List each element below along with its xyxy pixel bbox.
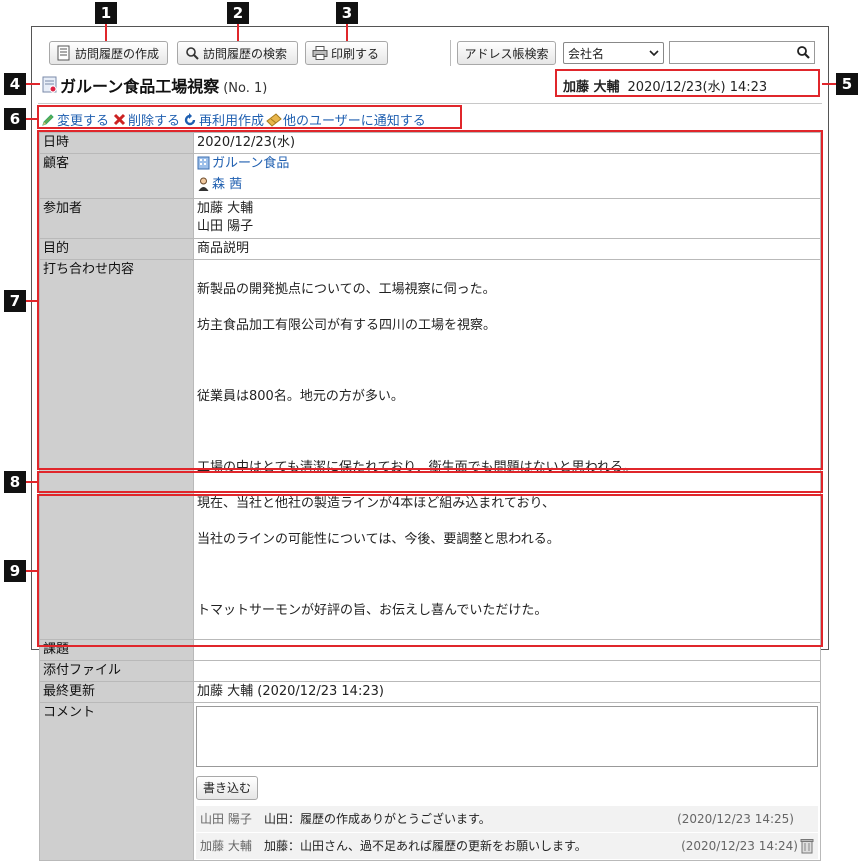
create-visit-history-button[interactable]: 訪問履歴の作成 — [49, 41, 168, 65]
callout-line — [105, 24, 107, 41]
company-select-value: 会社名 — [568, 46, 605, 61]
table-row: 最終更新 加藤 大輔 (2020/12/23 14:23) — [39, 681, 821, 703]
callout-badge: 5 — [836, 73, 858, 95]
toolbar-separator — [450, 40, 451, 66]
callout-badge: 1 — [95, 2, 117, 24]
address-search-input[interactable] — [669, 41, 815, 64]
create-document-icon — [56, 45, 72, 61]
search-visit-history-label: 訪問履歴の検索 — [203, 46, 288, 61]
write-comment-button[interactable]: 書き込む — [196, 776, 259, 800]
create-visit-history-label: 訪問履歴の作成 — [75, 46, 160, 61]
comment-label: コメント — [39, 702, 194, 861]
address-book-search-button[interactable]: アドレス帳検索 — [457, 41, 556, 65]
comment-user[interactable]: 山田 陽子 — [200, 810, 264, 828]
callout-box-author — [555, 69, 820, 97]
record-number: (No. 1) — [223, 81, 268, 96]
callout-line — [26, 570, 39, 572]
comment-item: 山田 陽子 山田：履歴の作成ありがとうございます。 (2020/12/23 14… — [196, 806, 818, 832]
comment-text: 加藤：山田さん、過不足あれば履歴の更新をお願いします。 — [264, 839, 587, 853]
search-icon[interactable] — [796, 45, 810, 63]
printer-icon — [312, 45, 328, 61]
callout-line — [26, 481, 39, 483]
comment-user[interactable]: 加藤 大輔 — [200, 837, 264, 855]
callout-line — [26, 300, 39, 302]
callout-line — [26, 118, 39, 120]
search-visit-history-button[interactable]: 訪問履歴の検索 — [177, 41, 298, 65]
table-row: 添付ファイル — [39, 660, 821, 682]
visit-history-icon — [42, 76, 58, 94]
callout-badge: 4 — [4, 73, 26, 95]
last-updated-label: 最終更新 — [39, 681, 194, 703]
comment-area: 書き込む 山田 陽子 山田：履歴の作成ありがとうございます。 (2020/12/… — [193, 702, 821, 861]
callout-badge: 8 — [4, 471, 26, 493]
callout-line — [346, 24, 348, 41]
callout-badge: 7 — [4, 290, 26, 312]
attachment-label: 添付ファイル — [39, 660, 194, 682]
comment-date: (2020/12/23 14:24) — [681, 839, 798, 853]
title-divider — [38, 103, 822, 104]
comment-date: (2020/12/23 14:25) — [677, 812, 794, 826]
company-select[interactable]: 会社名 — [563, 42, 664, 64]
address-book-search-label: アドレス帳検索 — [464, 46, 549, 61]
print-label: 印刷する — [331, 46, 380, 61]
callout-box-actions — [37, 105, 462, 129]
comment-text: 山田：履歴の作成ありがとうございます。 — [264, 812, 491, 826]
last-updated-value: 加藤 大輔 (2020/12/23 14:23) — [193, 681, 821, 703]
chevron-down-icon — [649, 46, 659, 60]
callout-badge: 3 — [336, 2, 358, 24]
attachment-value — [193, 660, 821, 682]
trash-icon[interactable] — [800, 838, 814, 854]
callout-badge: 9 — [4, 560, 26, 582]
page-title: ガルーン食品工場視察 (No. 1) — [60, 73, 267, 97]
magnifier-icon — [184, 45, 200, 61]
callout-badge: 6 — [4, 108, 26, 130]
comment-item: 加藤 大輔 加藤：山田さん、過不足あれば履歴の更新をお願いします。 (2020/… — [196, 833, 818, 859]
callout-line — [237, 24, 239, 41]
print-button[interactable]: 印刷する — [305, 41, 388, 65]
callout-box-updated — [37, 471, 823, 493]
callout-box-comments — [37, 494, 823, 647]
comment-textarea[interactable] — [196, 706, 818, 767]
callout-line — [26, 83, 40, 85]
table-row: コメント 書き込む 山田 陽子 山田：履歴の作成ありがとうございます。 (202… — [39, 702, 821, 861]
callout-badge: 2 — [227, 2, 249, 24]
page-title-text: ガルーン食品工場視察 — [60, 77, 220, 96]
callout-box-details — [37, 130, 823, 470]
